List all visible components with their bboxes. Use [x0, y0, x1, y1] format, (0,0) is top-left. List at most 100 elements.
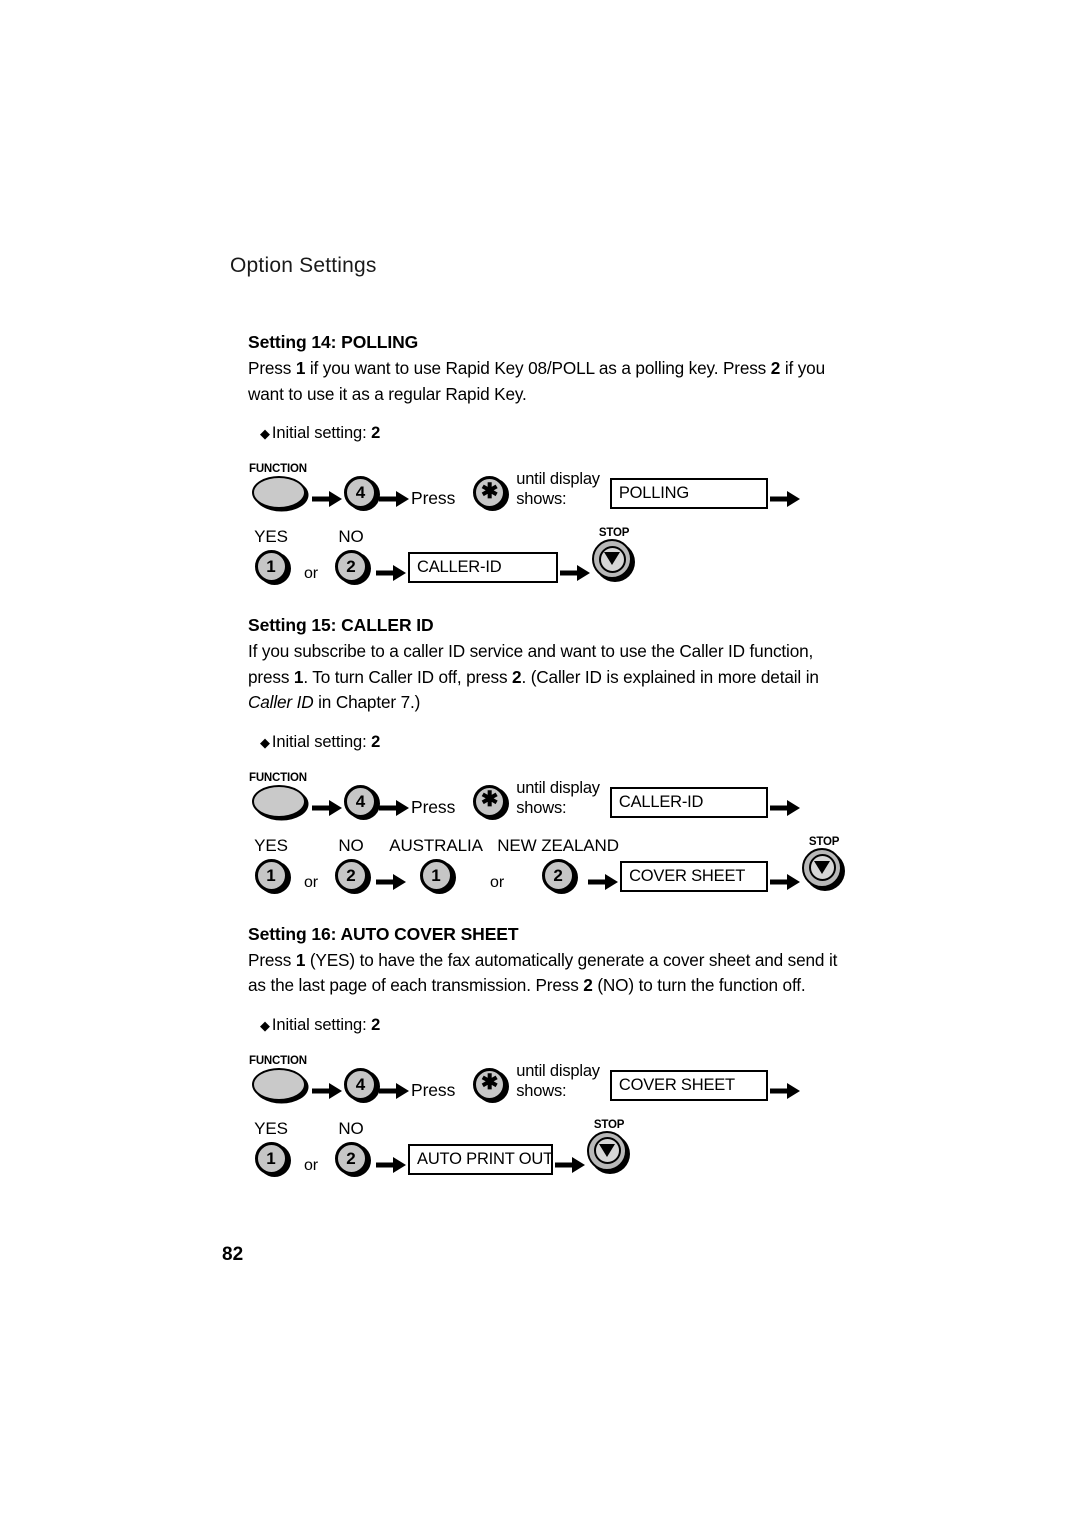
no-label: NO [338, 835, 364, 855]
until-display-line1: until display [516, 1061, 600, 1080]
until-display-cell: until display shows: [516, 469, 600, 509]
numeric-key-4[interactable]: 4 [344, 784, 377, 818]
key-2-no-cell[interactable]: NO 2 [328, 527, 374, 583]
key-star-cell[interactable]: ✱ [473, 784, 507, 818]
or-word-cell: or [304, 874, 318, 892]
yes-label: YES [254, 1118, 288, 1138]
arrow-icon [377, 798, 411, 818]
asterisk-key[interactable]: ✱ [473, 784, 507, 818]
asterisk-key[interactable]: ✱ [473, 1067, 507, 1101]
body-part-bold: 2 [583, 975, 593, 995]
initial-setting-value: 2 [371, 732, 381, 751]
or-word-cell: or [490, 874, 504, 892]
page-running-head: Option Settings [230, 254, 377, 277]
numeric-key-1[interactable]: 1 [419, 858, 453, 892]
initial-setting-label: Initial setting: [271, 424, 367, 442]
numeric-key-4[interactable]: 4 [344, 1067, 377, 1101]
operation-flow-setting-16: FUNCTION 4 Press ✱ until display shows: … [248, 1045, 852, 1175]
initial-setting-label: Initial setting: [271, 1015, 367, 1034]
stop-key-label: STOP [808, 835, 840, 848]
until-display-text: until display shows: [516, 778, 600, 818]
section-title: Setting 14: POLLING [248, 332, 419, 352]
key-star-cell[interactable]: ✱ [473, 1067, 507, 1101]
page-number: 82 [222, 1244, 244, 1265]
until-display-line2: shows: [516, 490, 567, 508]
key-2-no-cell[interactable]: NO 2 [328, 1119, 374, 1175]
key-2-new-zealand-cell[interactable]: NEW ZEALAND 2 [497, 836, 619, 892]
key-4-cell[interactable]: 4 [344, 784, 377, 818]
until-display-line1: until display [516, 778, 600, 797]
diamond-bullet-icon: ◆ [260, 1017, 270, 1033]
lcd-display: POLLING [609, 478, 768, 509]
flow-row: YES 1 or NO 2 AUSTRALIA 1 or NEW ZEALAND… [248, 836, 852, 892]
initial-setting-line: ◆ Initial setting: 2 [260, 731, 852, 754]
numeric-key-2[interactable]: 2 [334, 1141, 368, 1175]
stop-key-label: STOP [598, 527, 630, 539]
numeric-key-2[interactable]: 2 [334, 858, 368, 892]
until-display-cell: until display shows: [516, 1061, 600, 1101]
or-label: or [304, 565, 319, 582]
until-display-text: until display shows: [516, 469, 600, 509]
key-1-yes-cell[interactable]: YES 1 [248, 836, 294, 892]
arrow-icon [310, 1081, 344, 1101]
press-word-cell: Press [411, 1080, 455, 1101]
numeric-key-4[interactable]: 4 [344, 476, 377, 509]
until-display-line1: until display [516, 470, 600, 488]
stop-key-inner-ring [598, 545, 626, 573]
function-key-cell[interactable]: FUNCTION [248, 1055, 310, 1101]
key-4-cell[interactable]: 4 [344, 1067, 377, 1101]
section-body: Press 1 if you want to use Rapid Key 08/… [248, 356, 852, 407]
flow-row: YES 1 or NO 2 AUTO PRINT OUT STOP [248, 1119, 852, 1175]
operation-flow-setting-14: FUNCTION 4 Press ✱ until display shows: … [248, 453, 852, 583]
body-part: (NO) to turn the function off. [592, 975, 806, 995]
stop-key[interactable] [802, 847, 843, 888]
body-part: in Chapter 7.) [313, 692, 421, 712]
section-title: Setting 15: CALLER ID [248, 615, 434, 635]
body-part-italic: Caller ID [248, 692, 314, 712]
stop-key-cell[interactable]: STOP [587, 1119, 631, 1175]
stop-key-cell[interactable]: STOP [802, 836, 846, 892]
asterisk-key[interactable]: ✱ [473, 476, 507, 509]
function-key[interactable] [252, 1067, 306, 1101]
section-setting-14: Setting 14: POLLING Press 1 if you want … [248, 330, 852, 583]
until-display-line2: shows: [516, 1081, 567, 1100]
diamond-bullet-icon: ◆ [260, 734, 270, 750]
diamond-bullet-icon: ◆ [260, 426, 270, 441]
function-key-cell[interactable]: FUNCTION [248, 463, 310, 509]
initial-setting-value: 2 [371, 424, 381, 442]
arrow-icon [374, 563, 408, 583]
stop-key-label: STOP [593, 1118, 625, 1131]
numeric-key-1[interactable]: 1 [254, 858, 288, 892]
stop-key-inner-ring [593, 1137, 621, 1164]
numeric-key-2[interactable]: 2 [541, 858, 575, 892]
arrow-icon [768, 489, 802, 509]
function-key-cell[interactable]: FUNCTION [248, 772, 310, 818]
initial-setting-line: ◆ Initial setting: 2 [260, 422, 852, 445]
body-part: . (Caller ID is explained in more detail… [521, 666, 819, 687]
australia-label: AUSTRALIA [389, 835, 483, 855]
stop-key-inner-ring [808, 854, 836, 881]
key-2-no-cell[interactable]: NO 2 [328, 836, 374, 892]
numeric-key-1[interactable]: 1 [254, 550, 288, 583]
stop-triangle-icon [814, 860, 831, 874]
stop-key[interactable] [587, 1130, 628, 1171]
section-setting-16: Setting 16: AUTO COVER SHEET Press 1 (YE… [248, 922, 852, 1175]
body-part: Press [248, 949, 296, 970]
numeric-key-1[interactable]: 1 [254, 1141, 288, 1175]
function-key[interactable] [252, 476, 306, 509]
or-label: or [304, 873, 319, 891]
arrow-icon [374, 872, 408, 892]
key-star-cell[interactable]: ✱ [473, 476, 507, 509]
stop-key-cell[interactable]: STOP [592, 527, 636, 583]
numeric-key-2[interactable]: 2 [334, 550, 368, 583]
key-1-yes-cell[interactable]: YES 1 [248, 527, 294, 583]
key-1-australia-cell[interactable]: AUSTRALIA 1 [389, 836, 483, 892]
stop-key[interactable] [592, 539, 633, 579]
press-label: Press [411, 796, 456, 817]
key-4-cell[interactable]: 4 [344, 476, 377, 509]
yes-label: YES [254, 835, 288, 855]
operation-flow-setting-15: FUNCTION 4 Press ✱ until display shows: … [248, 762, 852, 892]
manual-page: Option Settings Setting 14: POLLING Pres… [0, 0, 1080, 1528]
function-key[interactable] [252, 784, 306, 818]
key-1-yes-cell[interactable]: YES 1 [248, 1119, 294, 1175]
